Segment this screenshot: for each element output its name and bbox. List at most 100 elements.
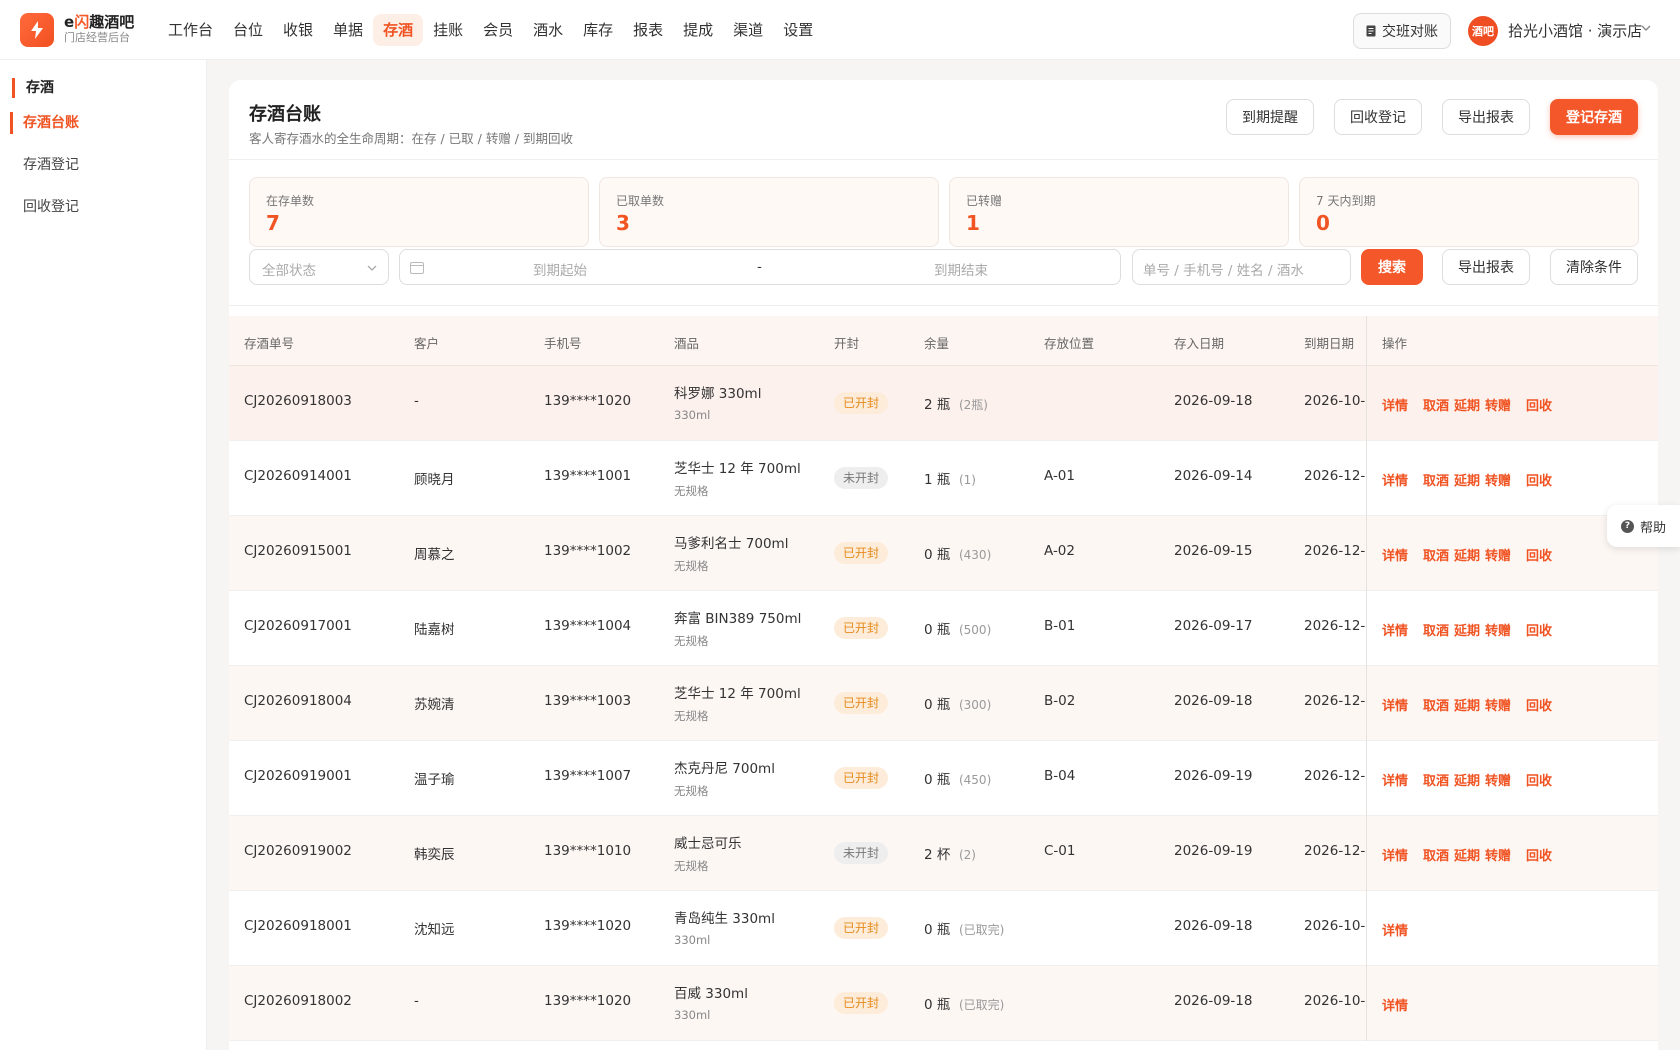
nav-item-tables[interactable]: 台位: [223, 14, 273, 46]
remaining-value: 0 瓶: [924, 622, 951, 638]
clear-filters-button[interactable]: 清除条件: [1550, 249, 1638, 285]
nav-item-members[interactable]: 会员: [473, 14, 523, 46]
stat-value: 1: [966, 211, 980, 235]
phone-number: 139****1004: [544, 618, 632, 634]
date-end-input[interactable]: 到期结束: [934, 259, 988, 279]
recycle-link[interactable]: 回收: [1526, 695, 1552, 714]
nav-item-cashier[interactable]: 收银: [273, 14, 323, 46]
remaining-value: 0 瓶: [924, 547, 951, 563]
nav-item-orders[interactable]: 单据: [323, 14, 373, 46]
recycle-link[interactable]: 回收: [1526, 620, 1552, 639]
table-row[interactable]: CJ20260919001 温子瑜 139****1007 杰克丹尼 700ml 无规格…: [229, 741, 1658, 816]
sidebar-item-recycle[interactable]: 回收登记: [10, 196, 79, 218]
recycle-link[interactable]: 回收: [1526, 545, 1552, 564]
table-row[interactable]: CJ20260918001 沈知远 139****1020 青岛纯生 330ml 330…: [229, 891, 1658, 966]
extend-link[interactable]: 延期: [1454, 770, 1480, 789]
extend-link[interactable]: 延期: [1454, 695, 1480, 714]
take-out-link[interactable]: 取酒: [1423, 695, 1449, 714]
nav-item-workbench[interactable]: 工作台: [158, 14, 223, 46]
remaining-value: 2 杯: [924, 847, 951, 863]
transfer-link[interactable]: 转赠: [1485, 770, 1511, 789]
transfer-link[interactable]: 转赠: [1485, 845, 1511, 864]
recycle-link[interactable]: 回收: [1526, 770, 1552, 789]
search-button[interactable]: 搜索: [1361, 249, 1423, 285]
table-row[interactable]: CJ20260914001 顾晓月 139****1001 芝华士 12 年 700m…: [229, 441, 1658, 516]
date-range-picker[interactable]: 到期起始 - 到期结束: [399, 249, 1121, 285]
wine-spec: 无规格: [674, 859, 709, 873]
status-select[interactable]: 全部状态: [249, 249, 389, 285]
remaining-amount: 0 瓶 (已取完): [924, 993, 1004, 1013]
store-name[interactable]: 拾光小酒馆 · 演示店: [1508, 20, 1642, 41]
chevron-down-icon[interactable]: [1640, 22, 1652, 34]
expire-remind-button[interactable]: 到期提醒: [1226, 99, 1314, 135]
handover-button[interactable]: 交班对账: [1353, 13, 1451, 49]
column-header: 到期日期: [1304, 336, 1355, 351]
nav-item-commission[interactable]: 提成: [673, 14, 723, 46]
expiry-date-cell: 2026-10-18: [1304, 966, 1366, 1041]
storage-location: A-01: [1044, 468, 1075, 484]
table-row[interactable]: CJ20260915001 周慕之 139****1002 马爹利名士 700ml 无规…: [229, 516, 1658, 591]
detail-link[interactable]: 详情: [1382, 470, 1408, 489]
extend-link[interactable]: 延期: [1454, 395, 1480, 414]
detail-link[interactable]: 详情: [1382, 620, 1408, 639]
take-out-link[interactable]: 取酒: [1423, 845, 1449, 864]
take-out-link[interactable]: 取酒: [1423, 470, 1449, 489]
take-out-link[interactable]: 取酒: [1423, 545, 1449, 564]
stored-date: 2026-09-19: [1174, 843, 1253, 859]
recycle-link[interactable]: 回收: [1526, 845, 1552, 864]
remaining-value: 0 瓶: [924, 697, 951, 713]
nav-item-settings[interactable]: 设置: [773, 14, 823, 46]
transfer-link[interactable]: 转赠: [1485, 470, 1511, 489]
nav-item-reports[interactable]: 报表: [623, 14, 673, 46]
phone-number: 139****1007: [544, 768, 632, 784]
recycle-link[interactable]: 回收: [1526, 395, 1552, 414]
table-row[interactable]: CJ20260918004 苏婉清 139****1003 芝华士 12 年 700m…: [229, 666, 1658, 741]
keyword-search-input[interactable]: 单号 / 手机号 / 姓名 / 酒水: [1132, 249, 1351, 285]
nav-item-channels[interactable]: 渠道: [723, 14, 773, 46]
date-start-input[interactable]: 到期起始: [533, 259, 587, 279]
take-out-link[interactable]: 取酒: [1423, 620, 1449, 639]
brand-logo-icon[interactable]: [20, 13, 54, 47]
stat-card-in-stock: 在存单数 7: [249, 177, 589, 247]
extend-link[interactable]: 延期: [1454, 845, 1480, 864]
detail-link[interactable]: 详情: [1382, 845, 1408, 864]
open-status-badge: 已开封: [834, 917, 889, 939]
register-wine-button[interactable]: 登记存酒: [1550, 99, 1638, 135]
table-row[interactable]: CJ20260918002 - 139****1020 百威 330ml 330ml 已开…: [229, 966, 1658, 1041]
recycle-register-button[interactable]: 回收登记: [1334, 99, 1422, 135]
detail-link[interactable]: 详情: [1382, 395, 1408, 414]
table-row[interactable]: CJ20260919002 韩奕辰 139****1010 威士忌可乐 无规格 未开封 2 …: [229, 816, 1658, 891]
sidebar-item-ledger[interactable]: 存酒台账: [10, 112, 79, 134]
nav-item-credit[interactable]: 挂账: [423, 14, 473, 46]
table-row[interactable]: CJ20260918003 - 139****1020 科罗娜 330ml 330ml 已…: [229, 366, 1658, 441]
nav-item-inventory[interactable]: 库存: [573, 14, 623, 46]
detail-link[interactable]: 详情: [1382, 920, 1408, 939]
detail-link[interactable]: 详情: [1382, 695, 1408, 714]
transfer-link[interactable]: 转赠: [1485, 395, 1511, 414]
take-out-link[interactable]: 取酒: [1423, 770, 1449, 789]
extend-link[interactable]: 延期: [1454, 620, 1480, 639]
transfer-link[interactable]: 转赠: [1485, 695, 1511, 714]
extend-link[interactable]: 延期: [1454, 545, 1480, 564]
table-row[interactable]: CJ20260917001 陆嘉树 139****1004 奔富 BIN389 750…: [229, 591, 1658, 666]
expiry-date-cell: 2026-12-19: [1304, 816, 1366, 891]
actions-column-header: 操作: [1366, 316, 1658, 366]
nav-item-wine-storage[interactable]: 存酒: [373, 14, 424, 46]
detail-link[interactable]: 详情: [1382, 995, 1408, 1014]
nav-item-drinks[interactable]: 酒水: [523, 14, 573, 46]
remaining-value: 0 瓶: [924, 922, 951, 938]
take-out-link[interactable]: 取酒: [1423, 395, 1449, 414]
detail-link[interactable]: 详情: [1382, 770, 1408, 789]
transfer-link[interactable]: 转赠: [1485, 545, 1511, 564]
help-label: 帮助: [1639, 520, 1666, 536]
detail-link[interactable]: 详情: [1382, 545, 1408, 564]
store-avatar[interactable]: 酒吧: [1468, 16, 1498, 46]
export-report-button[interactable]: 导出报表: [1442, 99, 1530, 135]
storage-id: CJ20260914001: [244, 468, 352, 484]
recycle-link[interactable]: 回收: [1526, 470, 1552, 489]
extend-link[interactable]: 延期: [1454, 470, 1480, 489]
filter-export-button[interactable]: 导出报表: [1442, 249, 1530, 285]
sidebar-item-register[interactable]: 存酒登记: [10, 154, 79, 176]
transfer-link[interactable]: 转赠: [1485, 620, 1511, 639]
help-button[interactable]: ? 帮助: [1607, 505, 1680, 547]
